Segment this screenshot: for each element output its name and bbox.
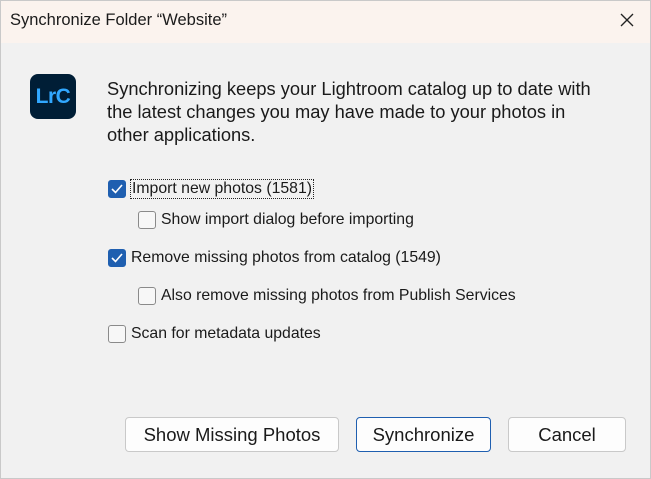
show-import-dialog-checkbox[interactable] — [138, 211, 156, 229]
close-button[interactable] — [604, 1, 650, 43]
dialog-title: Synchronize Folder “Website” — [10, 11, 228, 29]
checkmark-icon — [111, 184, 123, 194]
show-missing-photos-button[interactable]: Show Missing Photos — [125, 417, 339, 452]
synchronize-folder-dialog: Synchronize Folder “Website” LrC Synchro… — [0, 0, 651, 479]
close-icon — [619, 12, 635, 33]
cancel-button[interactable]: Cancel — [508, 417, 626, 452]
description-text: Synchronizing keeps your Lightroom catal… — [107, 78, 591, 145]
title-bar: Synchronize Folder “Website” — [1, 1, 650, 43]
logo-text: LrC — [35, 84, 71, 108]
import-new-photos-checkbox[interactable] — [108, 180, 126, 198]
scan-metadata-updates-label[interactable]: Scan for metadata updates — [131, 325, 321, 343]
import-new-photos-option[interactable]: Import new photos (1581) — [108, 179, 315, 199]
scan-metadata-updates-option[interactable]: Scan for metadata updates — [108, 325, 321, 343]
remove-missing-photos-option[interactable]: Remove missing photos from catalog (1549… — [108, 249, 441, 267]
scan-metadata-updates-checkbox[interactable] — [108, 325, 126, 343]
remove-missing-photos-label[interactable]: Remove missing photos from catalog (1549… — [131, 249, 441, 267]
show-import-dialog-option[interactable]: Show import dialog before importing — [138, 211, 414, 229]
remove-from-publish-services-checkbox[interactable] — [138, 287, 156, 305]
show-import-dialog-label[interactable]: Show import dialog before importing — [161, 211, 414, 229]
synchronize-button[interactable]: Synchronize — [356, 417, 491, 452]
checkmark-icon — [111, 253, 123, 263]
remove-missing-photos-checkbox[interactable] — [108, 249, 126, 267]
remove-from-publish-services-label[interactable]: Also remove missing photos from Publish … — [161, 287, 516, 305]
lightroom-classic-logo: LrC — [30, 74, 76, 119]
remove-from-publish-services-option[interactable]: Also remove missing photos from Publish … — [138, 287, 516, 305]
import-new-photos-label[interactable]: Import new photos (1581) — [129, 179, 315, 199]
